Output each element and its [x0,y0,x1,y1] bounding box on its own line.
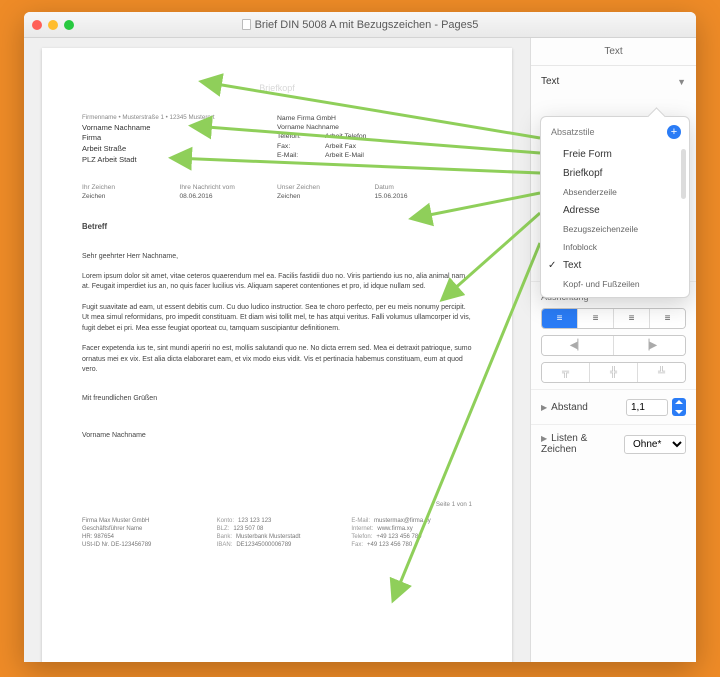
outdent-button[interactable]: ◀▏ [542,336,614,355]
style-item[interactable]: Bezugszeichenzeile [541,220,689,238]
sender-line: Firmenname • Musterstraße 1 • 12345 Must… [82,114,277,122]
disclosure-triangle-icon: ▶ [541,403,547,412]
add-style-button[interactable]: + [667,125,681,139]
document-icon [242,19,251,30]
lists-row[interactable]: ▶Listen & Zeichen Ohne* [531,424,696,463]
greeting: Sehr geehrter Herr Nachname, [82,252,472,261]
align-center-button[interactable]: ≡ [578,309,614,328]
inspector-tab-text[interactable]: Text [531,38,696,66]
document-area[interactable]: Briefkopf Firmenname • Musterstraße 1 • … [24,38,530,662]
align-left-button[interactable]: ≡ [542,309,578,328]
style-item[interactable]: Infoblock [541,238,689,256]
page-number: Seite 1 von 1 [82,501,472,509]
paragraph-styles-popover: Absatzstile + Freie FormBriefkopfAbsende… [540,116,690,298]
alignment-segmented: ≡ ≡ ≡ ≡ [541,308,686,329]
paragraph: Facer expetenda ius te, sint mundi aperi… [82,344,472,376]
app-body: Briefkopf Firmenname • Musterstraße 1 • … [24,38,696,662]
valign-segmented: ╦ ╬ ╩ [541,362,686,383]
spacing-stepper[interactable] [672,398,686,416]
spacing-input[interactable] [626,399,668,416]
subject: Betreff [82,222,472,233]
popover-title: Absatzstile [551,127,595,137]
address-block: Vorname Nachname Firma Arbeit Straße PLZ… [82,123,277,167]
style-item[interactable]: Briefkopf [541,164,689,183]
signature: Vorname Nachname [82,431,472,440]
app-window: Brief DIN 5008 A mit Bezugszeichen - Pag… [24,12,696,662]
style-item[interactable]: Absenderzeile [541,183,689,201]
align-justify-button[interactable]: ≡ [650,309,685,328]
align-right-button[interactable]: ≡ [614,309,650,328]
style-item[interactable]: Freie Form [541,145,689,164]
page: Briefkopf Firmenname • Musterstraße 1 • … [42,48,512,662]
indent-button[interactable]: ▕▶ [614,336,685,355]
paragraph: Lorem ipsum dolor sit amet, vitae cetero… [82,272,472,293]
style-item[interactable]: Text [541,256,689,275]
closing: Mit freundlichen Grüßen [82,394,472,403]
indent-segmented: ◀▏ ▕▶ [541,335,686,356]
footer: Firma Max Muster GmbH Geschäftsführer Na… [82,517,472,549]
reference-row: Ihr ZeichenZeichen Ihre Nachricht vom08.… [82,184,472,202]
titlebar: Brief DIN 5008 A mit Bezugszeichen - Pag… [24,12,696,38]
window-title: Brief DIN 5008 A mit Bezugszeichen - Pag… [24,19,696,31]
disclosure-triangle-icon: ▶ [541,434,547,443]
valign-bottom-button[interactable]: ╩ [638,363,685,382]
style-item[interactable]: Adresse [541,201,689,220]
valign-middle-button[interactable]: ╬ [590,363,638,382]
paragraph: Fugit suavitate ad eam, ut essent debiti… [82,303,472,335]
style-item[interactable]: Kopf- und Fußzeilen [541,275,689,293]
chevron-down-icon: ▼ [677,77,686,87]
popover-scrollbar[interactable] [681,139,686,291]
info-block: Name Firma GmbH Vorname Nachname Telefon… [277,114,472,166]
paragraph-style-selector[interactable]: Text ▼ [541,76,686,87]
valign-top-button[interactable]: ╦ [542,363,590,382]
spacing-row[interactable]: ▶Abstand [531,389,696,424]
lists-select[interactable]: Ohne* [624,435,686,454]
briefkopf: Briefkopf [82,82,472,94]
